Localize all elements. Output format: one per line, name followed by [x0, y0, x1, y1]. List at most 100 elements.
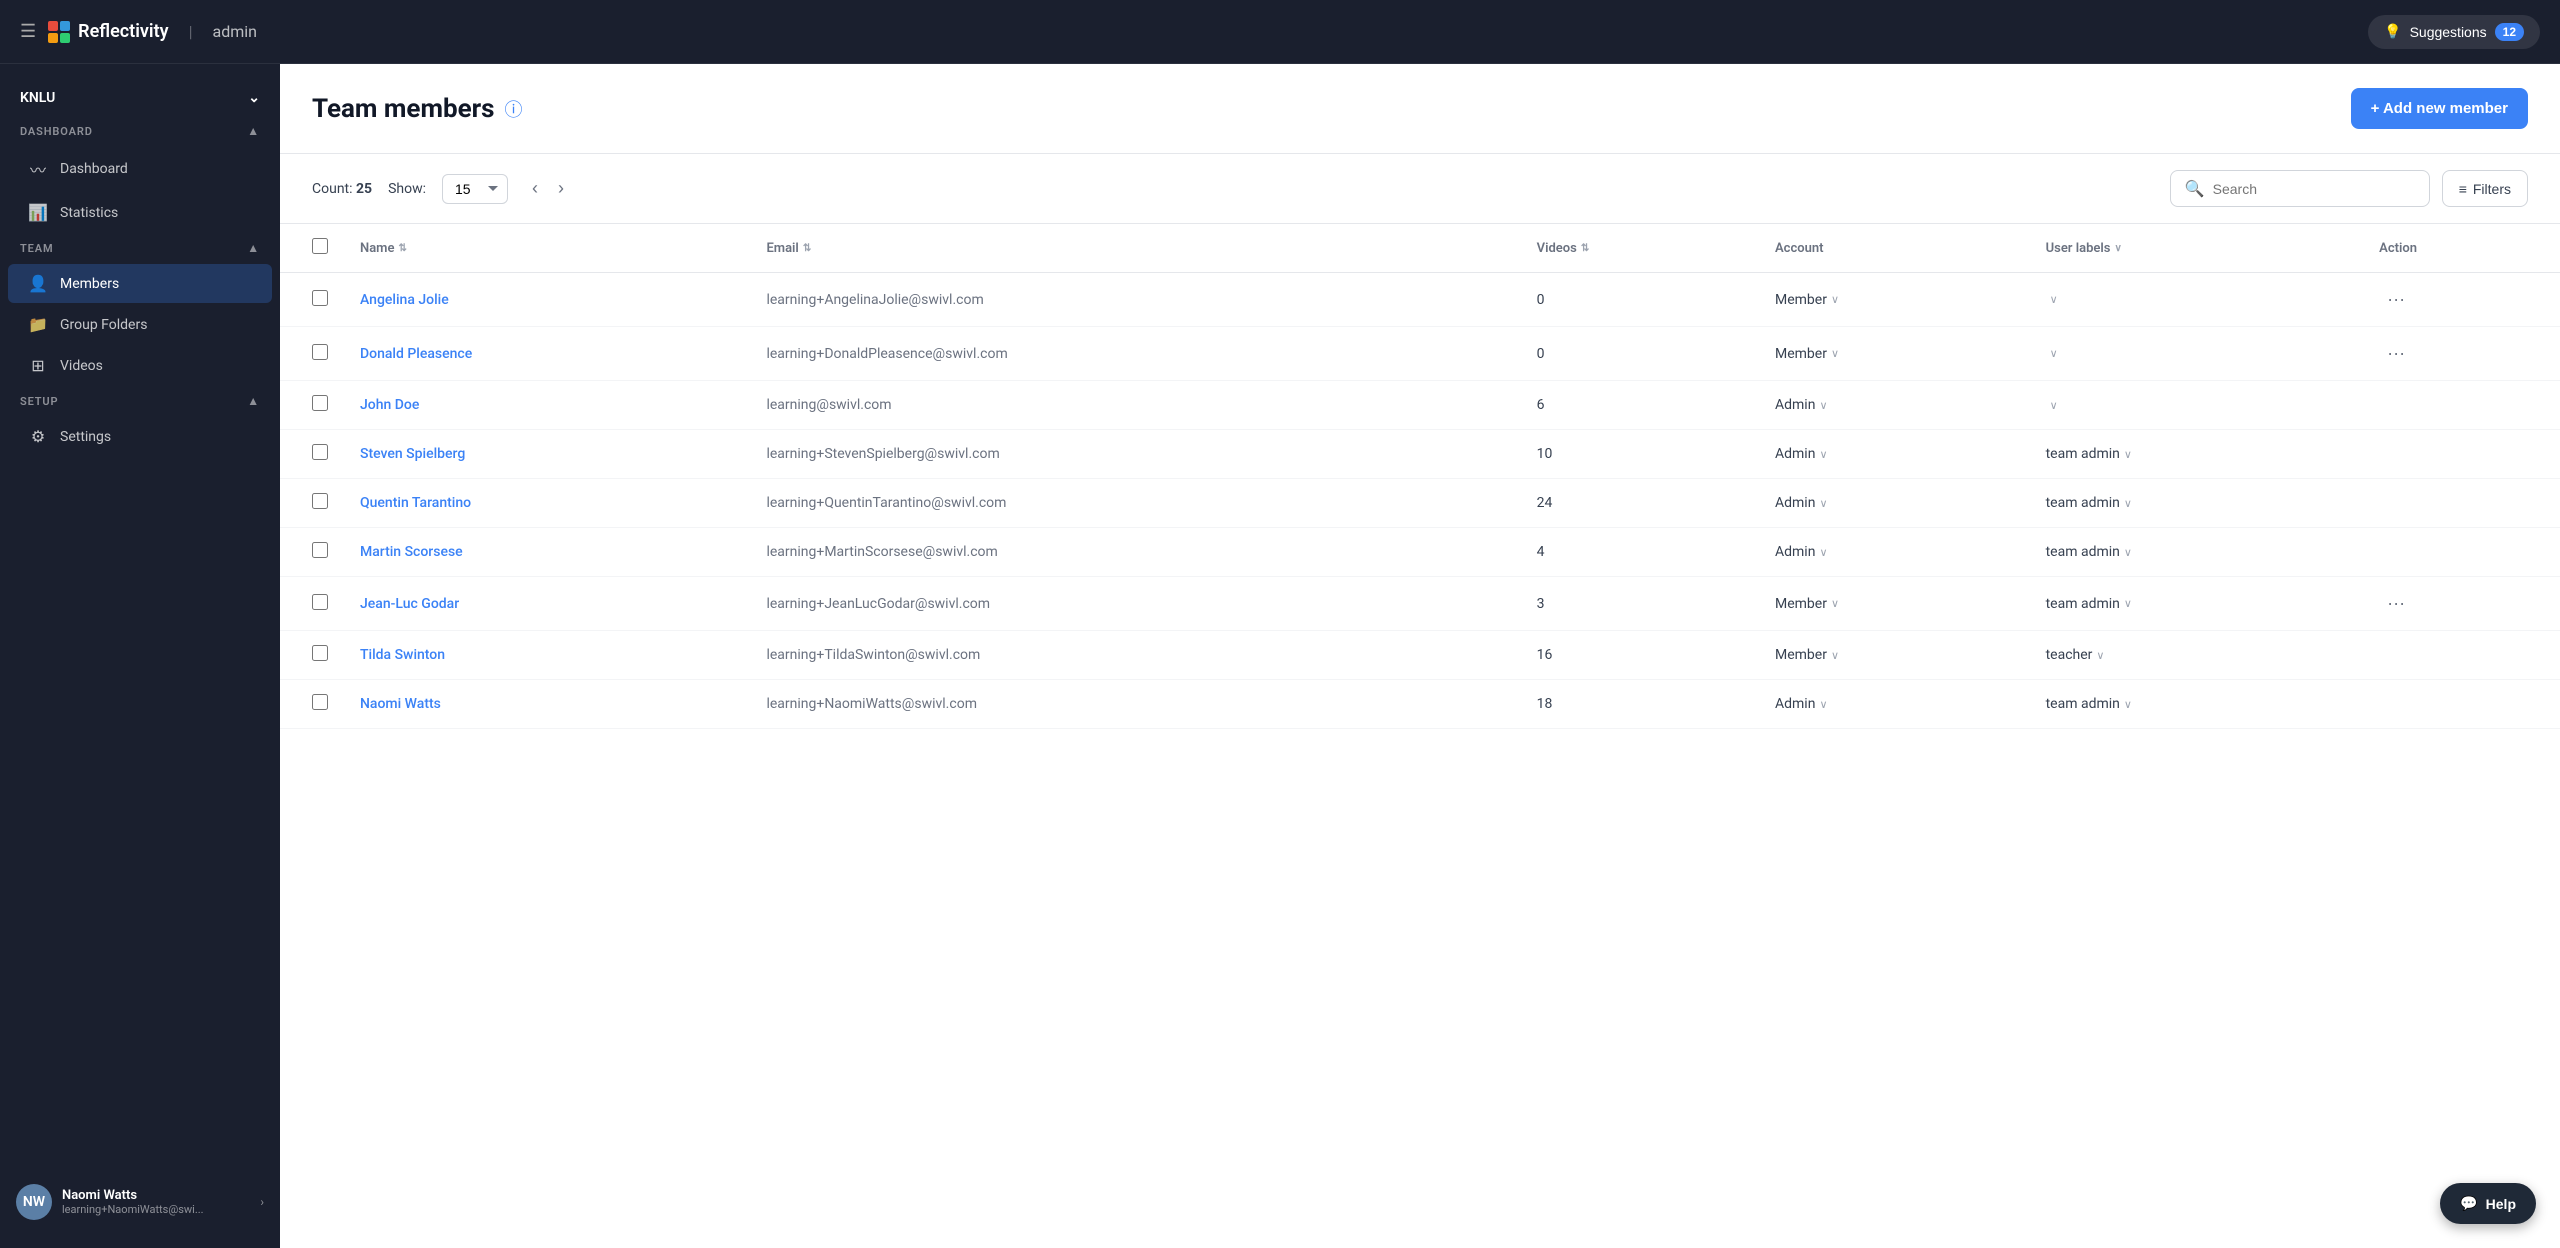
member-link[interactable]: Donald Pleasence — [360, 346, 472, 362]
prev-page-button[interactable]: ‹ — [524, 174, 546, 203]
org-chevron-icon: ⌄ — [248, 90, 260, 106]
member-link[interactable]: Jean-Luc Godar — [360, 596, 459, 612]
chat-icon: 💬 — [2460, 1195, 2477, 1212]
sidebar-item-videos[interactable]: ⊞ Videos — [8, 346, 272, 385]
select-all-checkbox[interactable] — [312, 238, 328, 254]
th-email[interactable]: Email ⇅ — [750, 224, 1520, 273]
search-input[interactable] — [2213, 181, 2415, 197]
account-value: Admin — [1775, 544, 1815, 560]
sidebar-section-setup[interactable]: SETUP ▲ — [0, 386, 280, 416]
row-checkbox[interactable] — [312, 444, 328, 460]
sidebar-item-group-folders[interactable]: 📁 Group Folders — [8, 305, 272, 344]
label-chevron-icon[interactable]: ∨ — [2124, 448, 2132, 461]
sidebar-section-team[interactable]: TEAM ▲ — [0, 233, 280, 263]
chevron-up-icon: ▲ — [247, 124, 260, 138]
action-menu-button[interactable]: ··· — [2379, 591, 2413, 616]
row-checkbox[interactable] — [312, 290, 328, 306]
sidebar-section-dashboard[interactable]: DASHBOARD ▲ — [0, 116, 280, 146]
menu-icon[interactable]: ☰ — [20, 21, 36, 42]
info-icon[interactable]: ⓘ — [505, 96, 523, 122]
row-checkbox-cell — [280, 577, 344, 631]
account-chevron-icon[interactable]: ∨ — [1819, 698, 1827, 711]
sort-icon-email: ⇅ — [803, 243, 811, 254]
row-action-cell: ··· — [2363, 577, 2560, 631]
th-videos[interactable]: Videos ⇅ — [1521, 224, 1759, 273]
row-name-cell: Jean-Luc Godar — [344, 577, 750, 631]
account-chevron-icon[interactable]: ∨ — [1831, 347, 1839, 360]
row-labels-cell: team admin ∨ — [2030, 577, 2364, 631]
chevron-up-icon-team: ▲ — [247, 241, 260, 255]
search-box: 🔍 — [2170, 170, 2430, 207]
org-selector[interactable]: KNLU ⌄ — [0, 80, 280, 116]
row-checkbox-cell — [280, 631, 344, 680]
page-header: Team members ⓘ + Add new member — [280, 64, 2560, 154]
row-videos-cell: 6 — [1521, 381, 1759, 430]
sidebar: KNLU ⌄ DASHBOARD ▲ 〰 Dashboard 📊 Statist… — [0, 64, 280, 1248]
sidebar-item-settings[interactable]: ⚙ Settings — [8, 417, 272, 456]
member-link[interactable]: Tilda Swinton — [360, 647, 445, 663]
sidebar-item-dashboard[interactable]: 〰 Dashboard — [8, 147, 272, 191]
row-checkbox[interactable] — [312, 645, 328, 661]
help-label: Help — [2486, 1196, 2516, 1212]
row-checkbox[interactable] — [312, 694, 328, 710]
gear-icon: ⚙ — [28, 427, 48, 446]
row-checkbox[interactable] — [312, 493, 328, 509]
show-select[interactable]: 15 25 50 100 — [442, 174, 508, 204]
sidebar-item-group-folders-label: Group Folders — [60, 317, 147, 333]
user-name: Naomi Watts — [62, 1188, 250, 1203]
member-link[interactable]: Quentin Tarantino — [360, 495, 471, 511]
account-chevron-icon[interactable]: ∨ — [1819, 399, 1827, 412]
row-account-cell: Admin ∨ — [1759, 528, 2030, 577]
action-menu-button[interactable]: ··· — [2379, 341, 2413, 366]
member-link[interactable]: Naomi Watts — [360, 696, 441, 712]
account-chevron-icon[interactable]: ∨ — [1819, 497, 1827, 510]
count-label: Count: 25 — [312, 181, 372, 197]
main-layout: KNLU ⌄ DASHBOARD ▲ 〰 Dashboard 📊 Statist… — [0, 64, 2560, 1248]
label-chevron-icon[interactable]: ∨ — [2096, 649, 2104, 662]
count-value: 25 — [356, 181, 372, 197]
row-checkbox-cell — [280, 479, 344, 528]
label-chevron-icon[interactable]: ∨ — [2050, 293, 2058, 306]
member-link[interactable]: Steven Spielberg — [360, 446, 465, 462]
label-value: team admin — [2046, 446, 2120, 462]
suggestions-button[interactable]: 💡 Suggestions 12 — [2368, 15, 2540, 49]
label-chevron-icon[interactable]: ∨ — [2124, 597, 2132, 610]
suggestions-count: 12 — [2495, 23, 2524, 41]
account-chevron-icon[interactable]: ∨ — [1831, 293, 1839, 306]
row-videos-cell: 4 — [1521, 528, 1759, 577]
sidebar-item-statistics[interactable]: 📊 Statistics — [8, 193, 272, 232]
sidebar-user[interactable]: NW Naomi Watts learning+NaomiWatts@swi..… — [0, 1172, 280, 1232]
row-checkbox[interactable] — [312, 594, 328, 610]
th-user-labels[interactable]: User labels ∨ — [2030, 224, 2364, 273]
label-chevron-icon[interactable]: ∨ — [2124, 698, 2132, 711]
next-page-button[interactable]: › — [550, 174, 572, 203]
row-checkbox-cell — [280, 381, 344, 430]
row-checkbox[interactable] — [312, 395, 328, 411]
label-chevron-icon[interactable]: ∨ — [2124, 497, 2132, 510]
th-name[interactable]: Name ⇅ — [344, 224, 750, 273]
add-new-member-button[interactable]: + Add new member — [2351, 88, 2528, 129]
row-checkbox[interactable] — [312, 542, 328, 558]
help-button[interactable]: 💬 Help — [2440, 1183, 2536, 1224]
sort-icon-labels: ∨ — [2114, 243, 2121, 254]
member-link[interactable]: John Doe — [360, 397, 419, 413]
account-chevron-icon[interactable]: ∨ — [1831, 649, 1839, 662]
sidebar-section-setup-label: SETUP — [20, 395, 58, 408]
sidebar-item-members[interactable]: 👤 Members — [8, 264, 272, 303]
account-chevron-icon[interactable]: ∨ — [1819, 546, 1827, 559]
label-chevron-icon[interactable]: ∨ — [2050, 399, 2058, 412]
filters-button[interactable]: ≡ Filters — [2442, 170, 2528, 207]
action-menu-button[interactable]: ··· — [2379, 287, 2413, 312]
member-link[interactable]: Martin Scorsese — [360, 544, 463, 560]
member-link[interactable]: Angelina Jolie — [360, 292, 449, 308]
topbar: ☰ Reflectivity | admin 💡 Suggestions 12 — [0, 0, 2560, 64]
controls-right: 🔍 ≡ Filters — [2170, 170, 2528, 207]
table-wrapper: Name ⇅ Email ⇅ Videos — [280, 224, 2560, 1248]
row-name-cell: Steven Spielberg — [344, 430, 750, 479]
label-chevron-icon[interactable]: ∨ — [2050, 347, 2058, 360]
label-chevron-icon[interactable]: ∨ — [2124, 546, 2132, 559]
account-chevron-icon[interactable]: ∨ — [1831, 597, 1839, 610]
account-chevron-icon[interactable]: ∨ — [1819, 448, 1827, 461]
row-checkbox[interactable] — [312, 344, 328, 360]
row-action-cell: ··· — [2363, 273, 2560, 327]
